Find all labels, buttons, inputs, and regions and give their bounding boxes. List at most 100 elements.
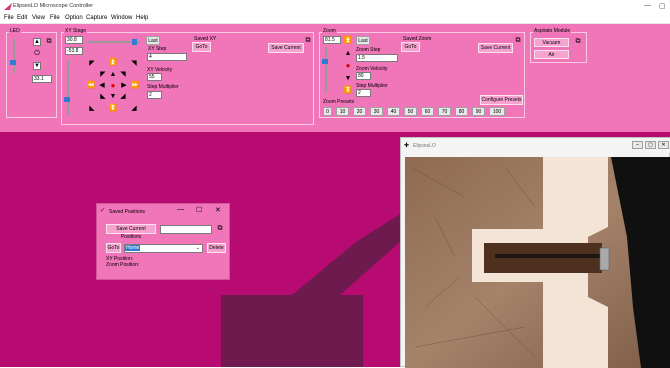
- zoom-preset-button[interactable]: 30: [370, 107, 383, 116]
- menu-option[interactable]: Option: [65, 15, 83, 21]
- led-up-icon[interactable]: ▲: [33, 38, 41, 46]
- vacuum-button[interactable]: Vacuum: [534, 38, 569, 47]
- saved-maximize-button[interactable]: ☐: [196, 206, 202, 214]
- zoom-step-field[interactable]: 1.5: [356, 54, 398, 62]
- menu-help[interactable]: Help: [136, 15, 148, 21]
- minimize-button[interactable]: —: [644, 2, 651, 9]
- arrow-right-icon[interactable]: ▶: [120, 82, 128, 90]
- xy-multiplier-field[interactable]: 2: [147, 91, 162, 99]
- menu-capture[interactable]: Capture: [86, 15, 107, 21]
- camera-feed[interactable]: [405, 157, 670, 368]
- menu-file[interactable]: File: [4, 15, 14, 21]
- zoom-slider[interactable]: [325, 47, 327, 93]
- menu-window[interactable]: Window: [111, 15, 132, 21]
- position-select[interactable]: Home ⌄: [124, 244, 203, 253]
- saved-close-button[interactable]: ✕: [215, 206, 221, 214]
- saved-goto-button[interactable]: GoTo: [106, 243, 121, 253]
- zoom-goto-button[interactable]: GoTo: [401, 42, 420, 52]
- led-down-icon[interactable]: ▼: [33, 62, 41, 70]
- zoom-preset-button[interactable]: 40: [387, 107, 400, 116]
- arrow-up-right-small-icon[interactable]: ◥: [119, 71, 127, 79]
- zoom-fast-down-icon[interactable]: ⏬: [344, 87, 353, 95]
- xy-velocity-field[interactable]: 55: [147, 73, 162, 81]
- air-button[interactable]: Air: [534, 50, 569, 59]
- arrow-up-left-icon[interactable]: ◤: [88, 60, 96, 68]
- camera-window: ✚ ElipsesLO – ▢ ✕: [400, 137, 670, 368]
- arrow-left-icon[interactable]: ◀: [98, 82, 106, 90]
- xy-copy-icon[interactable]: ⧉: [304, 37, 312, 45]
- zoom-preset-button[interactable]: 0: [323, 107, 332, 116]
- menu-file-2[interactable]: File: [50, 15, 60, 21]
- double-up-icon[interactable]: ⏫: [109, 59, 118, 67]
- aspirator-copy-icon[interactable]: ⧉: [574, 38, 582, 46]
- arrow-down-left-icon[interactable]: ◣: [88, 105, 96, 113]
- zoom-value-field[interactable]: 81.5: [323, 36, 341, 44]
- arrow-down-right-small-icon[interactable]: ◢: [119, 93, 127, 101]
- xy-y-slider[interactable]: [67, 59, 69, 115]
- double-down-icon[interactable]: ⏬: [109, 105, 118, 113]
- zoom-last-button[interactable]: Last: [356, 36, 370, 45]
- position-name-field[interactable]: [160, 225, 212, 234]
- zoom-preset-button[interactable]: 60: [421, 107, 434, 116]
- saved-positions-title: Saved Positions: [109, 209, 145, 215]
- xy-stage-group: XY Stage 30.8 -53.8 Last XY Step 4 XY Ve…: [61, 28, 314, 125]
- zoom-group: Zoom 81.5 ⏫ ▲ ● ▼ ⏬ Last Zoom Step 1.5 Z…: [319, 28, 525, 118]
- app-logo-icon: [4, 3, 12, 10]
- arrow-up-right-icon[interactable]: ◥: [130, 60, 138, 68]
- xy-save-current-button[interactable]: Save Current: [268, 43, 304, 53]
- led-value-field[interactable]: 33.1: [32, 75, 52, 83]
- copy-icon[interactable]: ⧉: [45, 38, 53, 46]
- saved-copy-icon[interactable]: ⧉: [216, 225, 224, 233]
- arrow-down-left-small-icon[interactable]: ◣: [99, 93, 107, 101]
- zoom-slider-thumb[interactable]: [322, 59, 328, 64]
- xy-x-field[interactable]: 30.8: [65, 36, 83, 44]
- zoom-up-icon[interactable]: ▲: [344, 50, 352, 58]
- window-title: ElipsesLO Microscope Controller: [13, 3, 94, 9]
- power-icon[interactable]: ⏻: [33, 50, 41, 58]
- zoom-velocity-field[interactable]: 80: [356, 72, 371, 80]
- menu-edit[interactable]: Edit: [17, 15, 27, 21]
- led-slider[interactable]: [13, 39, 15, 73]
- control-panel: LED ▲ ⧉ ⏻ ▼ 33.1 XY Stage 30.8 -53.8 Las…: [0, 24, 670, 132]
- zoom-preset-button[interactable]: 90: [472, 107, 485, 116]
- aspirator-label: Aspirato Module: [533, 28, 572, 34]
- camera-close-button[interactable]: ✕: [658, 141, 669, 149]
- zoom-save-current-button[interactable]: Save Current: [478, 43, 513, 53]
- chevron-down-icon[interactable]: ⌄: [196, 245, 200, 251]
- zoom-preset-button[interactable]: 70: [438, 107, 451, 116]
- zoom-preset-button[interactable]: 100: [489, 107, 505, 116]
- zoom-copy-icon[interactable]: ⧉: [514, 37, 522, 45]
- stop-icon[interactable]: ●: [109, 82, 117, 90]
- camera-minimize-button[interactable]: –: [632, 141, 643, 149]
- arrow-down-right-icon[interactable]: ◢: [130, 105, 138, 113]
- saved-minimize-button[interactable]: —: [177, 206, 184, 213]
- zoom-fast-up-icon[interactable]: ⏫: [344, 37, 353, 45]
- zoom-preset-button[interactable]: 50: [404, 107, 417, 116]
- arrow-up-left-small-icon[interactable]: ◤: [99, 71, 107, 79]
- xy-y-slider-thumb[interactable]: [64, 97, 70, 102]
- xy-last-button[interactable]: Last: [146, 36, 160, 45]
- zoom-down-icon[interactable]: ▼: [344, 75, 352, 83]
- zoom-multiplier-field[interactable]: 2: [356, 89, 371, 97]
- xy-x-slider-thumb[interactable]: [132, 39, 137, 45]
- zoom-preset-button[interactable]: 10: [336, 107, 349, 116]
- menu-view[interactable]: View: [32, 15, 45, 21]
- double-right-icon[interactable]: ⏩: [131, 82, 140, 90]
- maximize-button[interactable]: ▢: [659, 2, 666, 10]
- save-current-positions-button[interactable]: Save Current Positions: [106, 224, 156, 240]
- zoom-preset-button[interactable]: 80: [455, 107, 468, 116]
- arrow-down-icon[interactable]: ▼: [109, 93, 117, 101]
- saved-delete-button[interactable]: Delete: [207, 243, 226, 253]
- camera-maximize-button[interactable]: ▢: [645, 141, 656, 149]
- double-left-icon[interactable]: ⏪: [87, 82, 96, 90]
- zoom-step-label: Zoom Step: [356, 47, 381, 53]
- xy-step-field[interactable]: 4: [147, 53, 187, 61]
- zoom-preset-button[interactable]: 20: [353, 107, 366, 116]
- xy-y-field[interactable]: -53.8: [65, 47, 83, 55]
- arrow-up-icon[interactable]: ▲: [109, 71, 117, 79]
- led-slider-thumb[interactable]: [10, 60, 16, 65]
- configure-presets-button[interactable]: Configure Presets: [480, 95, 523, 105]
- zoom-stop-icon[interactable]: ●: [344, 62, 352, 70]
- xy-stage-label: XY Stage: [64, 28, 88, 34]
- xy-goto-button[interactable]: GoTo: [192, 42, 211, 52]
